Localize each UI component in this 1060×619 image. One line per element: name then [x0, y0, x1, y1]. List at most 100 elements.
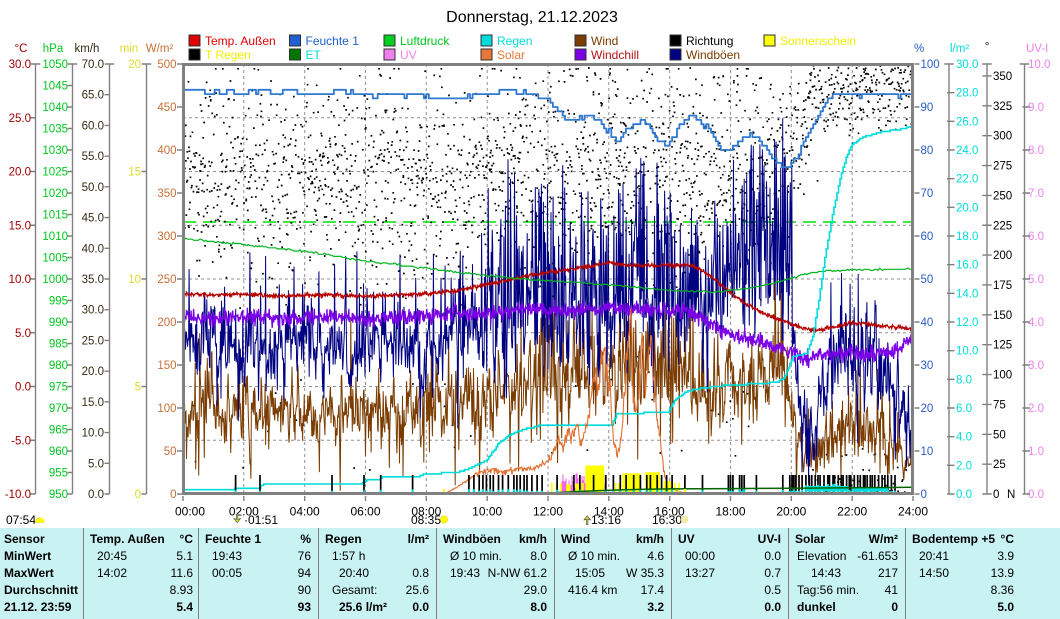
svg-text:20.0: 20.0	[82, 366, 104, 378]
svg-text:07:54: 07:54	[6, 513, 36, 527]
svg-text:1020: 1020	[42, 188, 68, 200]
svg-text:8.0: 8.0	[1028, 145, 1044, 157]
svg-text:%: %	[300, 532, 311, 546]
svg-text:km/h: km/h	[519, 532, 547, 546]
svg-text:0.0: 0.0	[956, 489, 972, 501]
svg-text:17.4: 17.4	[641, 583, 665, 597]
svg-text:20.0: 20.0	[956, 202, 978, 214]
svg-text:19:43: 19:43	[450, 566, 480, 580]
svg-text:5.4: 5.4	[176, 600, 193, 614]
svg-text:15.0: 15.0	[9, 220, 31, 232]
svg-text:8.0: 8.0	[530, 549, 547, 563]
svg-text:UV: UV	[400, 48, 417, 62]
svg-text:Temp. Außen: Temp. Außen	[90, 532, 165, 546]
svg-text:990: 990	[49, 317, 68, 329]
svg-text:93: 93	[298, 600, 312, 614]
svg-text:70: 70	[921, 188, 934, 200]
svg-text:16.0: 16.0	[956, 260, 978, 272]
svg-text:Solar: Solar	[497, 48, 525, 62]
svg-text:416.4 km: 416.4 km	[568, 583, 617, 597]
svg-text:00:00: 00:00	[175, 505, 205, 519]
svg-text:5: 5	[135, 382, 141, 394]
svg-text:18.0: 18.0	[956, 231, 978, 243]
svg-text:217: 217	[878, 566, 898, 580]
svg-text:l/m²: l/m²	[950, 43, 969, 55]
svg-text:18:00: 18:00	[715, 505, 745, 519]
svg-text:°: °	[985, 41, 990, 53]
svg-text:1.0: 1.0	[1028, 446, 1044, 458]
svg-text:4.0: 4.0	[1028, 317, 1044, 329]
svg-text:MaxWert: MaxWert	[4, 566, 54, 580]
svg-text:Solar: Solar	[795, 532, 825, 546]
svg-text:°C: °C	[1001, 532, 1015, 546]
svg-text:20:41: 20:41	[919, 549, 949, 563]
svg-text:N: N	[1007, 489, 1015, 501]
svg-text:-61.653: -61.653	[857, 549, 898, 563]
svg-text:8.93: 8.93	[170, 583, 194, 597]
svg-text:Windchill: Windchill	[591, 48, 639, 62]
svg-text:25.6: 25.6	[406, 583, 430, 597]
svg-text:0.0: 0.0	[88, 489, 104, 501]
svg-text:15: 15	[128, 167, 141, 179]
svg-text:0.8: 0.8	[412, 566, 429, 580]
svg-text:200: 200	[157, 317, 176, 329]
svg-text:km/h: km/h	[636, 532, 664, 546]
svg-text:4.6: 4.6	[647, 549, 664, 563]
svg-text:06:00: 06:00	[350, 505, 380, 519]
svg-text:04:00: 04:00	[290, 505, 320, 519]
svg-text:1010: 1010	[42, 231, 68, 243]
svg-text:10: 10	[921, 446, 934, 458]
svg-text:·01:51: ·01:51	[244, 513, 278, 527]
svg-text:1:57 h: 1:57 h	[332, 549, 365, 563]
svg-text:UV: UV	[678, 532, 695, 546]
svg-text:08:35: 08:35	[411, 513, 441, 527]
svg-text:6.0: 6.0	[1028, 231, 1044, 243]
svg-text:60: 60	[921, 231, 934, 243]
svg-text:°C: °C	[15, 43, 28, 55]
svg-text:325: 325	[993, 101, 1012, 113]
svg-text:min: min	[120, 43, 139, 55]
svg-text:1025: 1025	[42, 167, 68, 179]
svg-text:8.0: 8.0	[530, 600, 547, 614]
svg-text:11.6: 11.6	[171, 566, 194, 580]
svg-text:50: 50	[921, 274, 934, 286]
svg-text:0: 0	[921, 489, 927, 501]
svg-text:7.0: 7.0	[1028, 188, 1044, 200]
svg-text:25.6 l/m²: 25.6 l/m²	[339, 600, 387, 614]
svg-text:14:02: 14:02	[97, 566, 127, 580]
svg-text:10.0: 10.0	[9, 274, 31, 286]
svg-text:250: 250	[157, 274, 176, 286]
svg-text:Bodentemp +5: Bodentemp +5	[912, 532, 995, 546]
svg-text:Sonnenschein: Sonnenschein	[780, 34, 856, 48]
svg-text:l/m²: l/m²	[408, 532, 429, 546]
svg-text:Ø 10 min.: Ø 10 min.	[450, 549, 502, 563]
svg-text:65.0: 65.0	[82, 90, 104, 102]
svg-text:200: 200	[993, 250, 1012, 262]
svg-text:24.0: 24.0	[956, 145, 978, 157]
svg-text:80: 80	[921, 145, 934, 157]
svg-text:175: 175	[993, 280, 1012, 292]
svg-text:28.0: 28.0	[956, 88, 978, 100]
svg-text:6.0: 6.0	[956, 403, 972, 415]
svg-text:29.0: 29.0	[524, 583, 548, 597]
svg-text:30.0: 30.0	[82, 305, 104, 317]
svg-text:350: 350	[157, 188, 176, 200]
svg-text:Temp. Außen: Temp. Außen	[205, 34, 276, 48]
svg-text:0: 0	[993, 489, 999, 501]
svg-text:965: 965	[49, 425, 68, 437]
svg-text:3.0: 3.0	[1028, 360, 1044, 372]
svg-text:0.5: 0.5	[764, 583, 781, 597]
svg-text:°C: °C	[180, 532, 194, 546]
svg-text:60.0: 60.0	[82, 120, 104, 132]
svg-text:400: 400	[157, 145, 176, 157]
svg-text:970: 970	[49, 403, 68, 415]
svg-text:Ø 10 min.: Ø 10 min.	[568, 549, 620, 563]
svg-text:22.0: 22.0	[956, 174, 978, 186]
svg-text:90: 90	[298, 583, 312, 597]
svg-text:Luftdruck: Luftdruck	[400, 34, 450, 48]
svg-text:9.0: 9.0	[1028, 102, 1044, 114]
svg-text:40: 40	[921, 317, 934, 329]
svg-text:0: 0	[891, 600, 898, 614]
svg-text:150: 150	[993, 310, 1012, 322]
svg-text:N-NW 61.2: N-NW 61.2	[488, 566, 548, 580]
